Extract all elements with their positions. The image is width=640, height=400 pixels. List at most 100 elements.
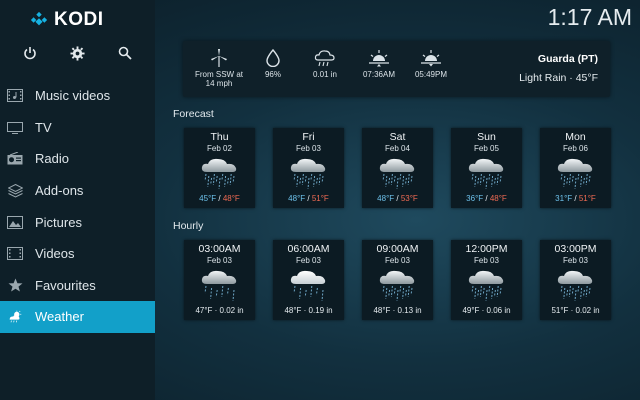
tv-icon (7, 120, 23, 134)
hourly-info: 51°F · 0.02 in (551, 306, 600, 315)
music-video-icon (7, 89, 23, 103)
sunset-value: 05:49PM (414, 70, 448, 79)
pictures-icon (7, 215, 23, 229)
menu-item-addons[interactable]: Add-ons (0, 175, 155, 207)
clock: 1:17 AM (547, 4, 632, 30)
precip-info: 0.01 in (309, 49, 341, 79)
forecast-temps: 48°F / 53°F (377, 194, 418, 203)
sunrise-info: 07:36AM (360, 49, 398, 79)
hourly-date: Feb 03 (296, 256, 321, 265)
forecast-date: Feb 03 (296, 144, 321, 153)
menu-item-label: TV (35, 119, 52, 135)
hourly-info: 48°F · 0.13 in (373, 306, 422, 315)
kodi-logo-icon (30, 11, 48, 26)
sunset-icon (421, 50, 441, 67)
hourly-card[interactable]: 03:00AM Feb 03 47°F · 0.02 in (184, 240, 255, 320)
forecast-temps: 48°F / 51°F (288, 194, 329, 203)
addons-icon (7, 183, 23, 198)
menu-item-radio[interactable]: Radio (0, 143, 155, 175)
hourly-card[interactable]: 03:00PM Feb 03 51°F · 0.02 in (540, 240, 611, 320)
star-icon (7, 278, 23, 292)
hourly-heading: Hourly (173, 220, 204, 232)
rain-cloud-icon (290, 158, 325, 189)
forecast-date: Feb 02 (207, 144, 232, 153)
hourly-date: Feb 03 (207, 256, 232, 265)
hourly-info: 49°F · 0.06 in (462, 306, 511, 315)
precip-value: 0.01 in (312, 70, 338, 79)
forecast-date: Feb 06 (563, 144, 588, 153)
forecast-card-thu[interactable]: Thu Feb 02 45°F / 48°F (184, 128, 255, 208)
weather-icon (7, 310, 23, 324)
app-name: KODI (54, 9, 104, 30)
top-icon-bar (0, 44, 155, 62)
hourly-date: Feb 03 (474, 256, 499, 265)
hourly-info: 48°F · 0.19 in (284, 306, 333, 315)
hourly-time: 06:00AM (287, 243, 330, 255)
menu-item-pictures[interactable]: Pictures (0, 206, 155, 238)
menu-item-label: Weather (35, 309, 84, 325)
forecast-card-mon[interactable]: Mon Feb 06 31°F / 51°F (540, 128, 611, 208)
forecast-day: Sat (389, 131, 406, 143)
power-icon[interactable] (16, 44, 44, 62)
hourly-info: 47°F · 0.02 in (195, 306, 244, 315)
location-name: Guarda (PT) (537, 53, 598, 65)
menu-item-label: Add-ons (35, 183, 84, 199)
hourly-card[interactable]: 06:00AM Feb 03 48°F · 0.19 in (273, 240, 344, 320)
current-condition: Light Rain · 45°F (519, 72, 598, 84)
rain-cloud-icon (468, 158, 503, 189)
rain-cloud-icon (468, 270, 503, 301)
precip-cloud-icon (314, 50, 335, 67)
hourly-time: 03:00PM (554, 243, 597, 255)
menu-item-weather[interactable]: Weather (0, 301, 155, 333)
light-rain-cloud-icon (201, 270, 236, 301)
menu-item-favourites[interactable]: Favourites (0, 270, 155, 302)
forecast-temps: 31°F / 51°F (555, 194, 596, 203)
rain-cloud-icon (201, 158, 236, 189)
hourly-time: 03:00AM (198, 243, 241, 255)
menu-item-label: Pictures (35, 214, 82, 230)
current-conditions-panel: From SSW at 14 mph 96% 0.01 in 07:36AM 0… (183, 41, 610, 97)
sunrise-icon (369, 50, 389, 67)
menu-item-label: Radio (35, 151, 69, 167)
hourly-date: Feb 03 (563, 256, 588, 265)
rain-cloud-icon (379, 270, 414, 301)
videos-icon (7, 247, 23, 261)
forecast-day: Mon (565, 131, 586, 143)
rain-cloud-icon (557, 270, 592, 301)
menu-item-music-videos[interactable]: Music videos (0, 80, 155, 112)
hourly-time: 09:00AM (376, 243, 419, 255)
forecast-day: Sun (477, 131, 496, 143)
menu-item-tv[interactable]: TV (0, 112, 155, 144)
sunrise-value: 07:36AM (362, 70, 396, 79)
forecast-day: Fri (302, 131, 315, 143)
radio-icon (7, 152, 23, 166)
wind-info: From SSW at 14 mph (193, 49, 245, 88)
forecast-date: Feb 04 (385, 144, 410, 153)
main-menu: Music videos TV Radio Add-ons Pictures V… (0, 80, 155, 333)
forecast-card-sun[interactable]: Sun Feb 05 36°F / 48°F (451, 128, 522, 208)
forecast-date: Feb 05 (474, 144, 499, 153)
humidity-info: 96% (259, 49, 287, 79)
rain-cloud-icon (379, 158, 414, 189)
settings-icon[interactable] (63, 44, 91, 62)
hourly-time: 12:00PM (465, 243, 508, 255)
heavy-rain-cloud-icon (290, 270, 325, 301)
humidity-drop-icon (266, 49, 280, 67)
search-icon[interactable] (111, 44, 139, 62)
forecast-day: Thu (210, 131, 229, 143)
forecast-heading: Forecast (173, 108, 214, 120)
forecast-temps: 45°F / 48°F (199, 194, 240, 203)
forecast-card-fri[interactable]: Fri Feb 03 48°F / 51°F (273, 128, 344, 208)
forecast-card-sat[interactable]: Sat Feb 04 48°F / 53°F (362, 128, 433, 208)
hourly-date: Feb 03 (385, 256, 410, 265)
hourly-card[interactable]: 12:00PM Feb 03 49°F · 0.06 in (451, 240, 522, 320)
menu-item-label: Favourites (35, 277, 96, 293)
humidity-value: 96% (264, 70, 281, 79)
wind-line2: 14 mph (205, 79, 233, 88)
wind-line1: From SSW at (194, 70, 243, 79)
hourly-card[interactable]: 09:00AM Feb 03 48°F · 0.13 in (362, 240, 433, 320)
wind-turbine-icon (211, 49, 227, 67)
sunset-info: 05:49PM (412, 49, 450, 79)
menu-item-videos[interactable]: Videos (0, 238, 155, 270)
kodi-logo[interactable]: KODI (30, 9, 104, 31)
